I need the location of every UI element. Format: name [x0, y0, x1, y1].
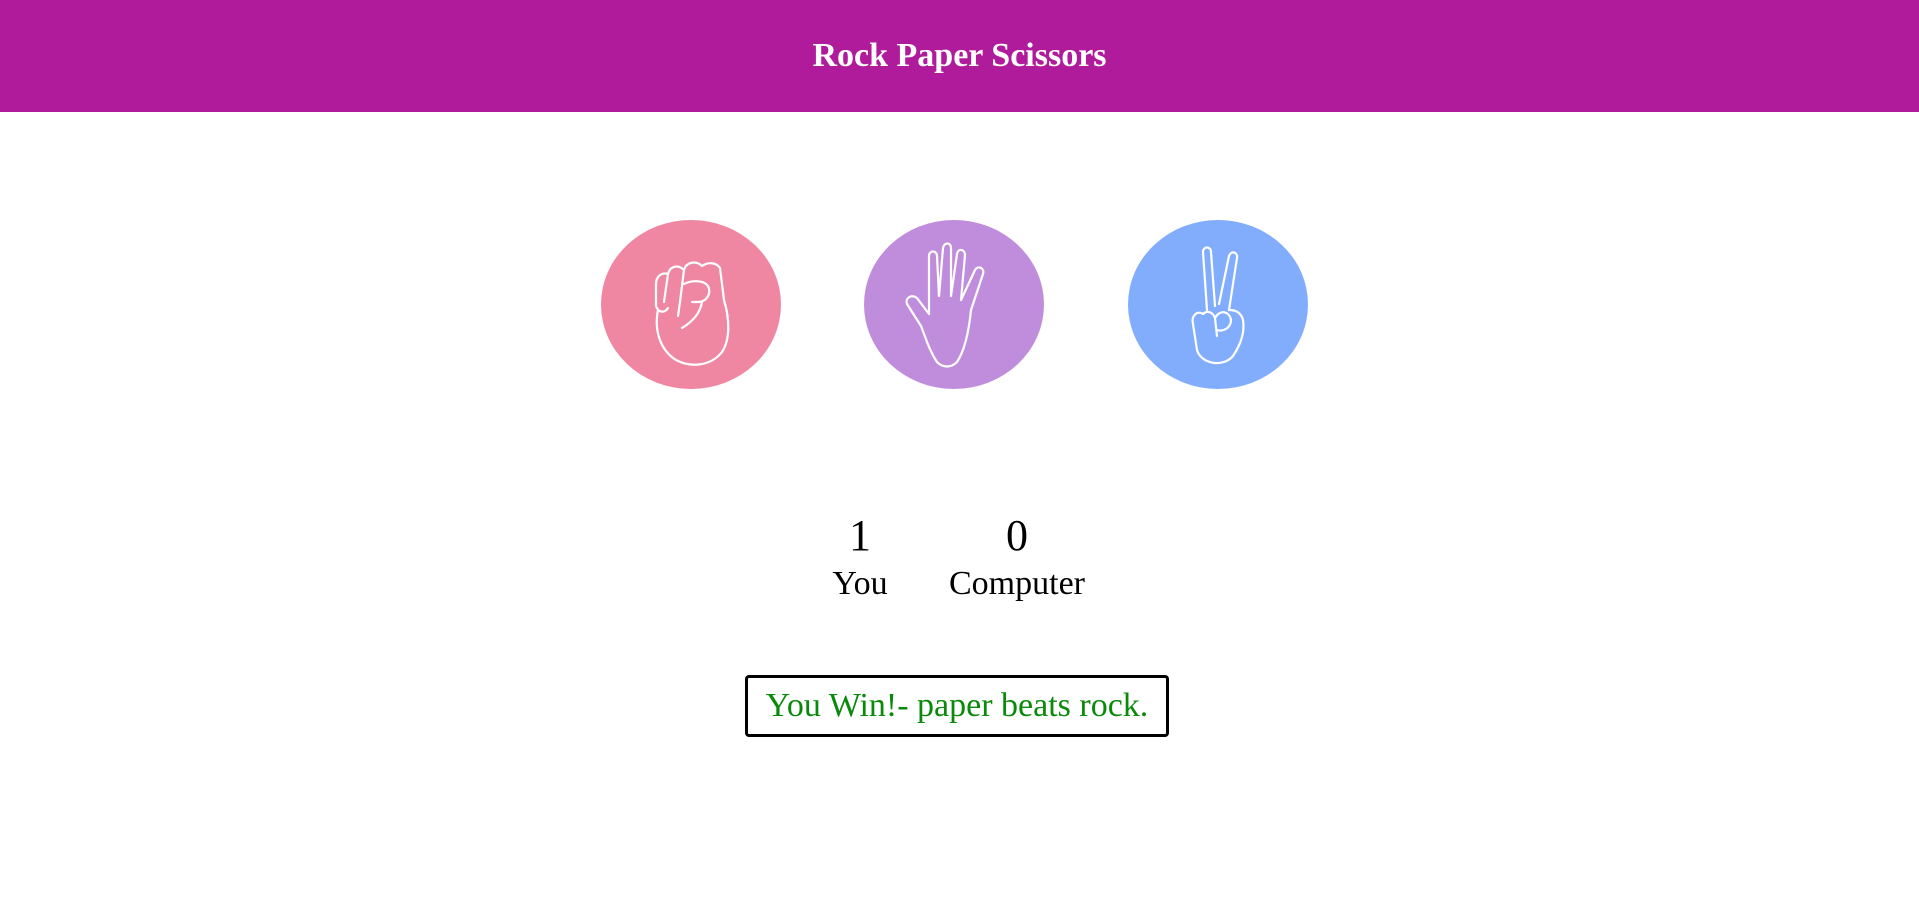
rock-button[interactable] [601, 220, 781, 389]
paper-button[interactable] [864, 220, 1044, 389]
open-hand-icon [905, 241, 985, 368]
scissors-button[interactable] [1128, 220, 1308, 389]
computer-score-value: 0 [1006, 511, 1028, 560]
computer-score: 0 Computer [937, 512, 1097, 608]
result-message: You Win!- paper beats rock. [745, 675, 1169, 737]
user-score-label: You [832, 565, 888, 602]
page-title: Rock Paper Scissors [812, 37, 1107, 74]
header-bar: Rock Paper Scissors [0, 0, 1919, 112]
computer-score-label: Computer [949, 565, 1085, 602]
peace-sign-icon [1191, 245, 1245, 364]
user-score-value: 1 [849, 511, 871, 560]
user-score: 1 You [810, 512, 910, 608]
fist-icon [654, 260, 730, 366]
